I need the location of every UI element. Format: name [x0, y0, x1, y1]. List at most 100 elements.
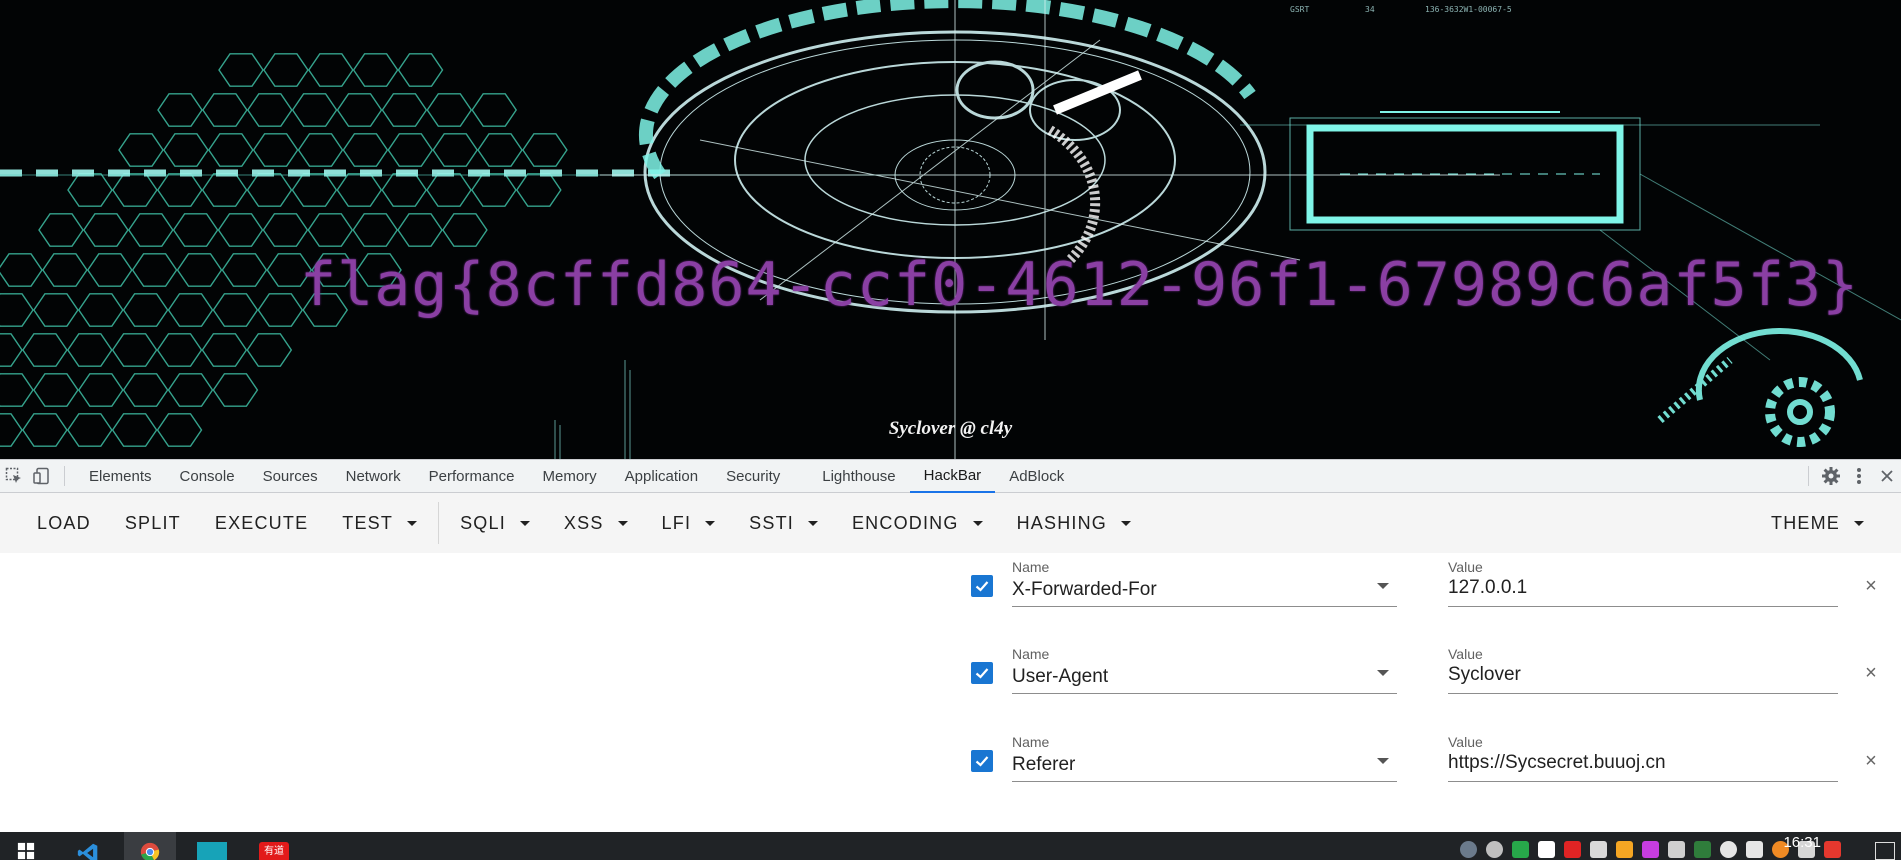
theme-menu-button[interactable]: THEME: [1754, 503, 1881, 543]
execute-button[interactable]: EXECUTE: [198, 503, 325, 543]
remove-header-icon[interactable]: ×: [1862, 576, 1880, 596]
tray-app-icon[interactable]: [1694, 841, 1711, 858]
header-name-select[interactable]: Name X-Forwarded-For: [1012, 553, 1397, 607]
devtools-tab-bar: Elements Console Sources Network Perform…: [0, 459, 1901, 493]
more-options-icon[interactable]: [1845, 460, 1873, 492]
caret-down-icon: [807, 520, 818, 526]
dropdown-arrow-icon: [1377, 583, 1389, 589]
split-button[interactable]: SPLIT: [108, 503, 198, 543]
header-enabled-checkbox[interactable]: [971, 750, 993, 772]
svg-text:GSRT: GSRT: [1290, 5, 1309, 14]
terminal-app-tile: [197, 842, 227, 860]
tab-sources[interactable]: Sources: [249, 460, 332, 493]
ssti-menu-label: SSTI: [749, 512, 794, 533]
header-name-value: User-Agent: [1012, 666, 1109, 687]
checkmark-icon: [975, 668, 989, 679]
youdao-tile: 有道: [259, 842, 289, 860]
lfi-menu-button[interactable]: LFI: [645, 503, 733, 543]
header-name-label: Name: [1012, 734, 1050, 750]
devtools-separator: [64, 466, 65, 486]
test-menu-label: TEST: [342, 512, 394, 533]
windows-start-icon[interactable]: [0, 832, 52, 860]
tab-application[interactable]: Application: [611, 460, 712, 493]
lfi-menu-label: LFI: [661, 512, 692, 533]
caret-down-icon: [407, 520, 418, 526]
header-value-text: https://Sycsecret.buuoj.cn: [1448, 752, 1666, 773]
header-value-label: Value: [1448, 559, 1483, 575]
page-signature: Syclover @ cl4y: [888, 418, 1013, 439]
caret-down-icon: [705, 520, 716, 526]
wifi-icon[interactable]: [1720, 841, 1737, 858]
header-value-input[interactable]: Value 127.0.0.1: [1448, 553, 1838, 607]
header-row: Name User-Agent Value Syclover ×: [960, 640, 1880, 700]
remove-header-icon[interactable]: ×: [1862, 751, 1880, 771]
checkmark-icon: [975, 756, 989, 767]
settings-gear-icon[interactable]: [1817, 460, 1845, 492]
caret-down-icon: [1121, 520, 1131, 526]
split-button-label: SPLIT: [124, 512, 181, 533]
tray-app-icon[interactable]: [1642, 841, 1659, 858]
cloud-icon[interactable]: [1486, 841, 1503, 858]
tab-console[interactable]: Console: [166, 460, 249, 493]
load-button-label: LOAD: [37, 512, 91, 533]
tab-lighthouse[interactable]: Lighthouse: [808, 460, 909, 493]
header-name-select[interactable]: Name User-Agent: [1012, 640, 1397, 694]
tray-app-icon[interactable]: [1512, 841, 1529, 858]
dropdown-arrow-icon: [1377, 670, 1389, 676]
encoding-menu-button[interactable]: ENCODING: [835, 503, 1000, 543]
header-name-label: Name: [1012, 646, 1050, 662]
header-value-text: Syclover: [1448, 664, 1521, 685]
tab-network[interactable]: Network: [332, 460, 415, 493]
header-value-input[interactable]: Value Syclover: [1448, 640, 1838, 694]
encoding-menu-label: ENCODING: [851, 512, 959, 533]
header-name-select[interactable]: Name Referer: [1012, 728, 1397, 782]
vscode-icon[interactable]: [62, 832, 114, 860]
test-menu-button[interactable]: TEST: [325, 503, 434, 543]
tray-app-icon[interactable]: [1668, 841, 1685, 858]
ssti-menu-button[interactable]: SSTI: [732, 503, 835, 543]
header-value-input[interactable]: Value https://Sycsecret.buuoj.cn: [1448, 728, 1838, 782]
header-row: Name X-Forwarded-For Value 127.0.0.1 ×: [960, 553, 1880, 613]
taskbar-clock[interactable]: 16:31: [1783, 834, 1821, 851]
tray-app-icon[interactable]: [1460, 841, 1477, 858]
header-enabled-checkbox[interactable]: [971, 662, 993, 684]
device-toolbar-icon[interactable]: [28, 460, 56, 492]
notification-center-icon[interactable]: [1875, 842, 1895, 860]
xss-menu-label: XSS: [563, 512, 604, 533]
hashing-menu-button[interactable]: HASHING: [1000, 503, 1148, 543]
tab-hackbar[interactable]: HackBar: [909, 460, 996, 493]
tray-app-icon[interactable]: [1564, 841, 1581, 858]
tab-adblock[interactable]: AdBlock: [995, 460, 1078, 493]
tab-memory[interactable]: Memory: [529, 460, 611, 493]
caret-down-icon: [617, 520, 628, 526]
tray-app-icon[interactable]: [1824, 841, 1841, 858]
close-devtools-icon[interactable]: [1873, 460, 1901, 492]
header-row: Name Referer Value https://Sycsecret.buu…: [960, 728, 1880, 788]
tab-performance[interactable]: Performance: [415, 460, 529, 493]
caret-down-icon: [972, 520, 983, 526]
caret-down-icon: [519, 520, 530, 526]
header-name-value: X-Forwarded-For: [1012, 579, 1157, 600]
tab-security[interactable]: Security: [712, 460, 794, 493]
chrome-icon[interactable]: [124, 832, 176, 860]
xss-menu-button[interactable]: XSS: [547, 503, 645, 543]
header-value-label: Value: [1448, 646, 1483, 662]
hackbar-panel: Name X-Forwarded-For Value 127.0.0.1 × N…: [0, 553, 1901, 832]
caret-down-icon: [1854, 520, 1864, 526]
inspect-element-icon[interactable]: [0, 460, 28, 492]
volume-icon[interactable]: [1746, 841, 1763, 858]
tray-app-icon[interactable]: [1616, 841, 1633, 858]
windows-taskbar: 有道 16:31: [0, 832, 1901, 860]
theme-menu-label: THEME: [1771, 512, 1840, 533]
youdao-icon[interactable]: 有道: [248, 832, 300, 860]
header-enabled-checkbox[interactable]: [971, 575, 993, 597]
toolbar-divider: [438, 502, 440, 544]
terminal-app-icon[interactable]: [186, 832, 238, 860]
remove-header-icon[interactable]: ×: [1862, 663, 1880, 683]
sqli-menu-button[interactable]: SQLI: [443, 503, 547, 543]
tray-app-icon[interactable]: [1590, 841, 1607, 858]
load-button[interactable]: LOAD: [20, 503, 108, 543]
tab-elements[interactable]: Elements: [75, 460, 166, 493]
header-value-label: Value: [1448, 734, 1483, 750]
tray-app-icon[interactable]: [1538, 841, 1555, 858]
